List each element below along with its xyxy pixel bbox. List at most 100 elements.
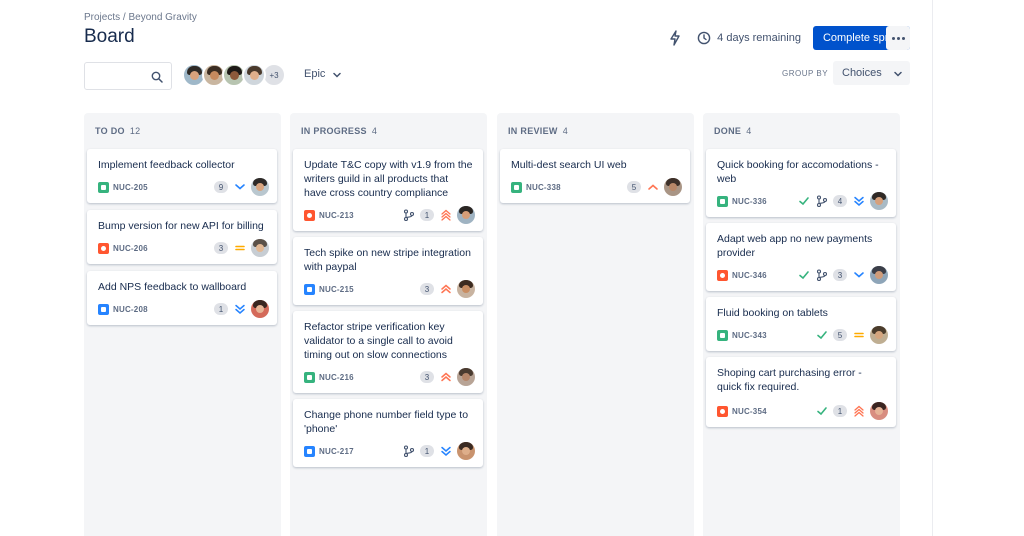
card-title: Tech spike on new stripe integration wit… bbox=[304, 247, 471, 273]
issue-key[interactable]: NUC-216 bbox=[319, 373, 354, 382]
column-header: TO DO 12 bbox=[95, 126, 140, 136]
issue-key[interactable]: NUC-215 bbox=[319, 285, 354, 294]
bug-icon bbox=[717, 269, 728, 281]
story-icon bbox=[717, 329, 728, 341]
assignee-avatar[interactable] bbox=[457, 442, 475, 460]
issue-key[interactable]: NUC-354 bbox=[732, 407, 767, 416]
group-by-value: Choices bbox=[842, 67, 882, 79]
card-title: Implement feedback collector bbox=[98, 159, 235, 171]
assignee-avatar[interactable] bbox=[457, 280, 475, 298]
card-title: Bump version for new API for billing bbox=[98, 220, 264, 232]
issue-card[interactable]: Tech spike on new stripe integration wit… bbox=[293, 237, 483, 305]
issue-key[interactable]: NUC-336 bbox=[732, 197, 767, 206]
story-points-badge: 3 bbox=[833, 269, 847, 281]
card-title: Multi-dest search UI web bbox=[511, 159, 627, 171]
column-done: DONE 4 Quick booking for accomodations - … bbox=[703, 113, 900, 536]
assignee-avatar[interactable] bbox=[664, 178, 682, 196]
card-title: Change phone number field type to 'phone… bbox=[304, 409, 469, 435]
priority-high-icon bbox=[440, 371, 452, 383]
story-points-badge: 3 bbox=[420, 283, 434, 295]
page-title: Board bbox=[84, 26, 135, 47]
card-title: Refactor stripe verification key validat… bbox=[304, 321, 453, 361]
done-check-icon bbox=[798, 195, 810, 207]
group-by-select[interactable]: Choices bbox=[833, 61, 910, 85]
assignee-avatar[interactable] bbox=[251, 239, 269, 257]
bug-icon bbox=[717, 405, 728, 417]
priority-medium-icon bbox=[853, 329, 865, 341]
task-icon bbox=[304, 445, 315, 457]
issue-key[interactable]: NUC-343 bbox=[732, 331, 767, 340]
issue-key[interactable]: NUC-338 bbox=[526, 183, 561, 192]
story-icon bbox=[304, 371, 315, 383]
automation-bolt-icon[interactable] bbox=[667, 29, 683, 47]
priority-highest-icon bbox=[440, 209, 452, 221]
priority-lowest-icon bbox=[440, 445, 452, 457]
issue-key[interactable]: NUC-205 bbox=[113, 183, 148, 192]
assignee-avatar[interactable] bbox=[870, 266, 888, 284]
issue-key[interactable]: NUC-206 bbox=[113, 244, 148, 253]
column-count: 4 bbox=[562, 126, 569, 136]
column-header: IN REVIEW 4 bbox=[508, 126, 568, 136]
story-points-badge: 4 bbox=[833, 195, 847, 207]
issue-card[interactable]: Change phone number field type to 'phone… bbox=[293, 399, 483, 467]
story-icon bbox=[98, 181, 109, 193]
issue-card[interactable]: Fluid booking on tablets NUC-343 5 bbox=[706, 297, 896, 351]
assignee-avatar[interactable] bbox=[457, 368, 475, 386]
issue-card[interactable]: Add NPS feedback to wallboard NUC-208 1 bbox=[87, 271, 277, 325]
avatar[interactable] bbox=[242, 63, 266, 87]
issue-key[interactable]: NUC-346 bbox=[732, 271, 767, 280]
issue-card[interactable]: Bump version for new API for billing NUC… bbox=[87, 210, 277, 264]
story-points-badge: 1 bbox=[833, 405, 847, 417]
card-title: Shoping cart purchasing error - quick fi… bbox=[717, 367, 862, 393]
assignee-avatar[interactable] bbox=[457, 206, 475, 224]
assignee-avatar[interactable] bbox=[251, 300, 269, 318]
priority-medium-icon bbox=[234, 242, 246, 254]
breadcrumb[interactable]: Projects / Beyond Gravity bbox=[84, 12, 197, 23]
page-divider bbox=[932, 0, 933, 536]
priority-medium-high-icon bbox=[647, 181, 659, 193]
column-in-review: IN REVIEW 4 Multi-dest search UI web NUC-… bbox=[497, 113, 694, 536]
priority-lowest-icon bbox=[234, 303, 246, 315]
column-header: IN PROGRESS 4 bbox=[301, 126, 377, 136]
story-points-badge: 5 bbox=[627, 181, 641, 193]
column-title: IN PROGRESS bbox=[301, 126, 367, 136]
priority-low-icon bbox=[853, 269, 865, 281]
column-count: 12 bbox=[129, 126, 141, 136]
issue-card[interactable]: Quick booking for accomodations - web NU… bbox=[706, 149, 896, 217]
assignee-avatar[interactable] bbox=[251, 178, 269, 196]
issue-card[interactable]: Refactor stripe verification key validat… bbox=[293, 311, 483, 393]
branch-icon bbox=[403, 445, 415, 457]
column-title: IN REVIEW bbox=[508, 126, 558, 136]
column-title: TO DO bbox=[95, 126, 125, 136]
story-points-badge: 3 bbox=[420, 371, 434, 383]
search-input[interactable] bbox=[84, 62, 172, 90]
search-icon bbox=[151, 70, 163, 83]
priority-lowest-icon bbox=[853, 195, 865, 207]
epic-filter-dropdown[interactable]: Epic bbox=[304, 68, 342, 80]
issue-card[interactable]: Implement feedback collector NUC-205 9 bbox=[87, 149, 277, 203]
assignee-avatar[interactable] bbox=[870, 192, 888, 210]
assignee-avatar[interactable] bbox=[870, 402, 888, 420]
card-title: Fluid booking on tablets bbox=[717, 307, 828, 319]
story-points-badge: 1 bbox=[420, 209, 434, 221]
issue-card[interactable]: Update T&C copy with v1.9 from the write… bbox=[293, 149, 483, 231]
story-points-badge: 1 bbox=[420, 445, 434, 457]
assignee-avatar[interactable] bbox=[870, 326, 888, 344]
issue-key[interactable]: NUC-217 bbox=[319, 447, 354, 456]
column-count: 4 bbox=[371, 126, 378, 136]
more-options-button[interactable] bbox=[886, 26, 910, 50]
issue-card[interactable]: Shoping cart purchasing error - quick fi… bbox=[706, 357, 896, 427]
story-points-badge: 3 bbox=[214, 242, 228, 254]
bug-icon bbox=[98, 242, 109, 254]
done-check-icon bbox=[816, 405, 828, 417]
story-points-badge: 9 bbox=[214, 181, 228, 193]
issue-card[interactable]: Multi-dest search UI web NUC-338 5 bbox=[500, 149, 690, 203]
column-header: DONE 4 bbox=[714, 126, 752, 136]
story-points-badge: 1 bbox=[214, 303, 228, 315]
issue-card[interactable]: Adapt web app no new payments provider N… bbox=[706, 223, 896, 291]
branch-icon bbox=[816, 269, 828, 281]
issue-key[interactable]: NUC-213 bbox=[319, 211, 354, 220]
column-count: 4 bbox=[746, 126, 752, 136]
group-by-label: GROUP BY bbox=[782, 69, 829, 78]
issue-key[interactable]: NUC-208 bbox=[113, 305, 148, 314]
